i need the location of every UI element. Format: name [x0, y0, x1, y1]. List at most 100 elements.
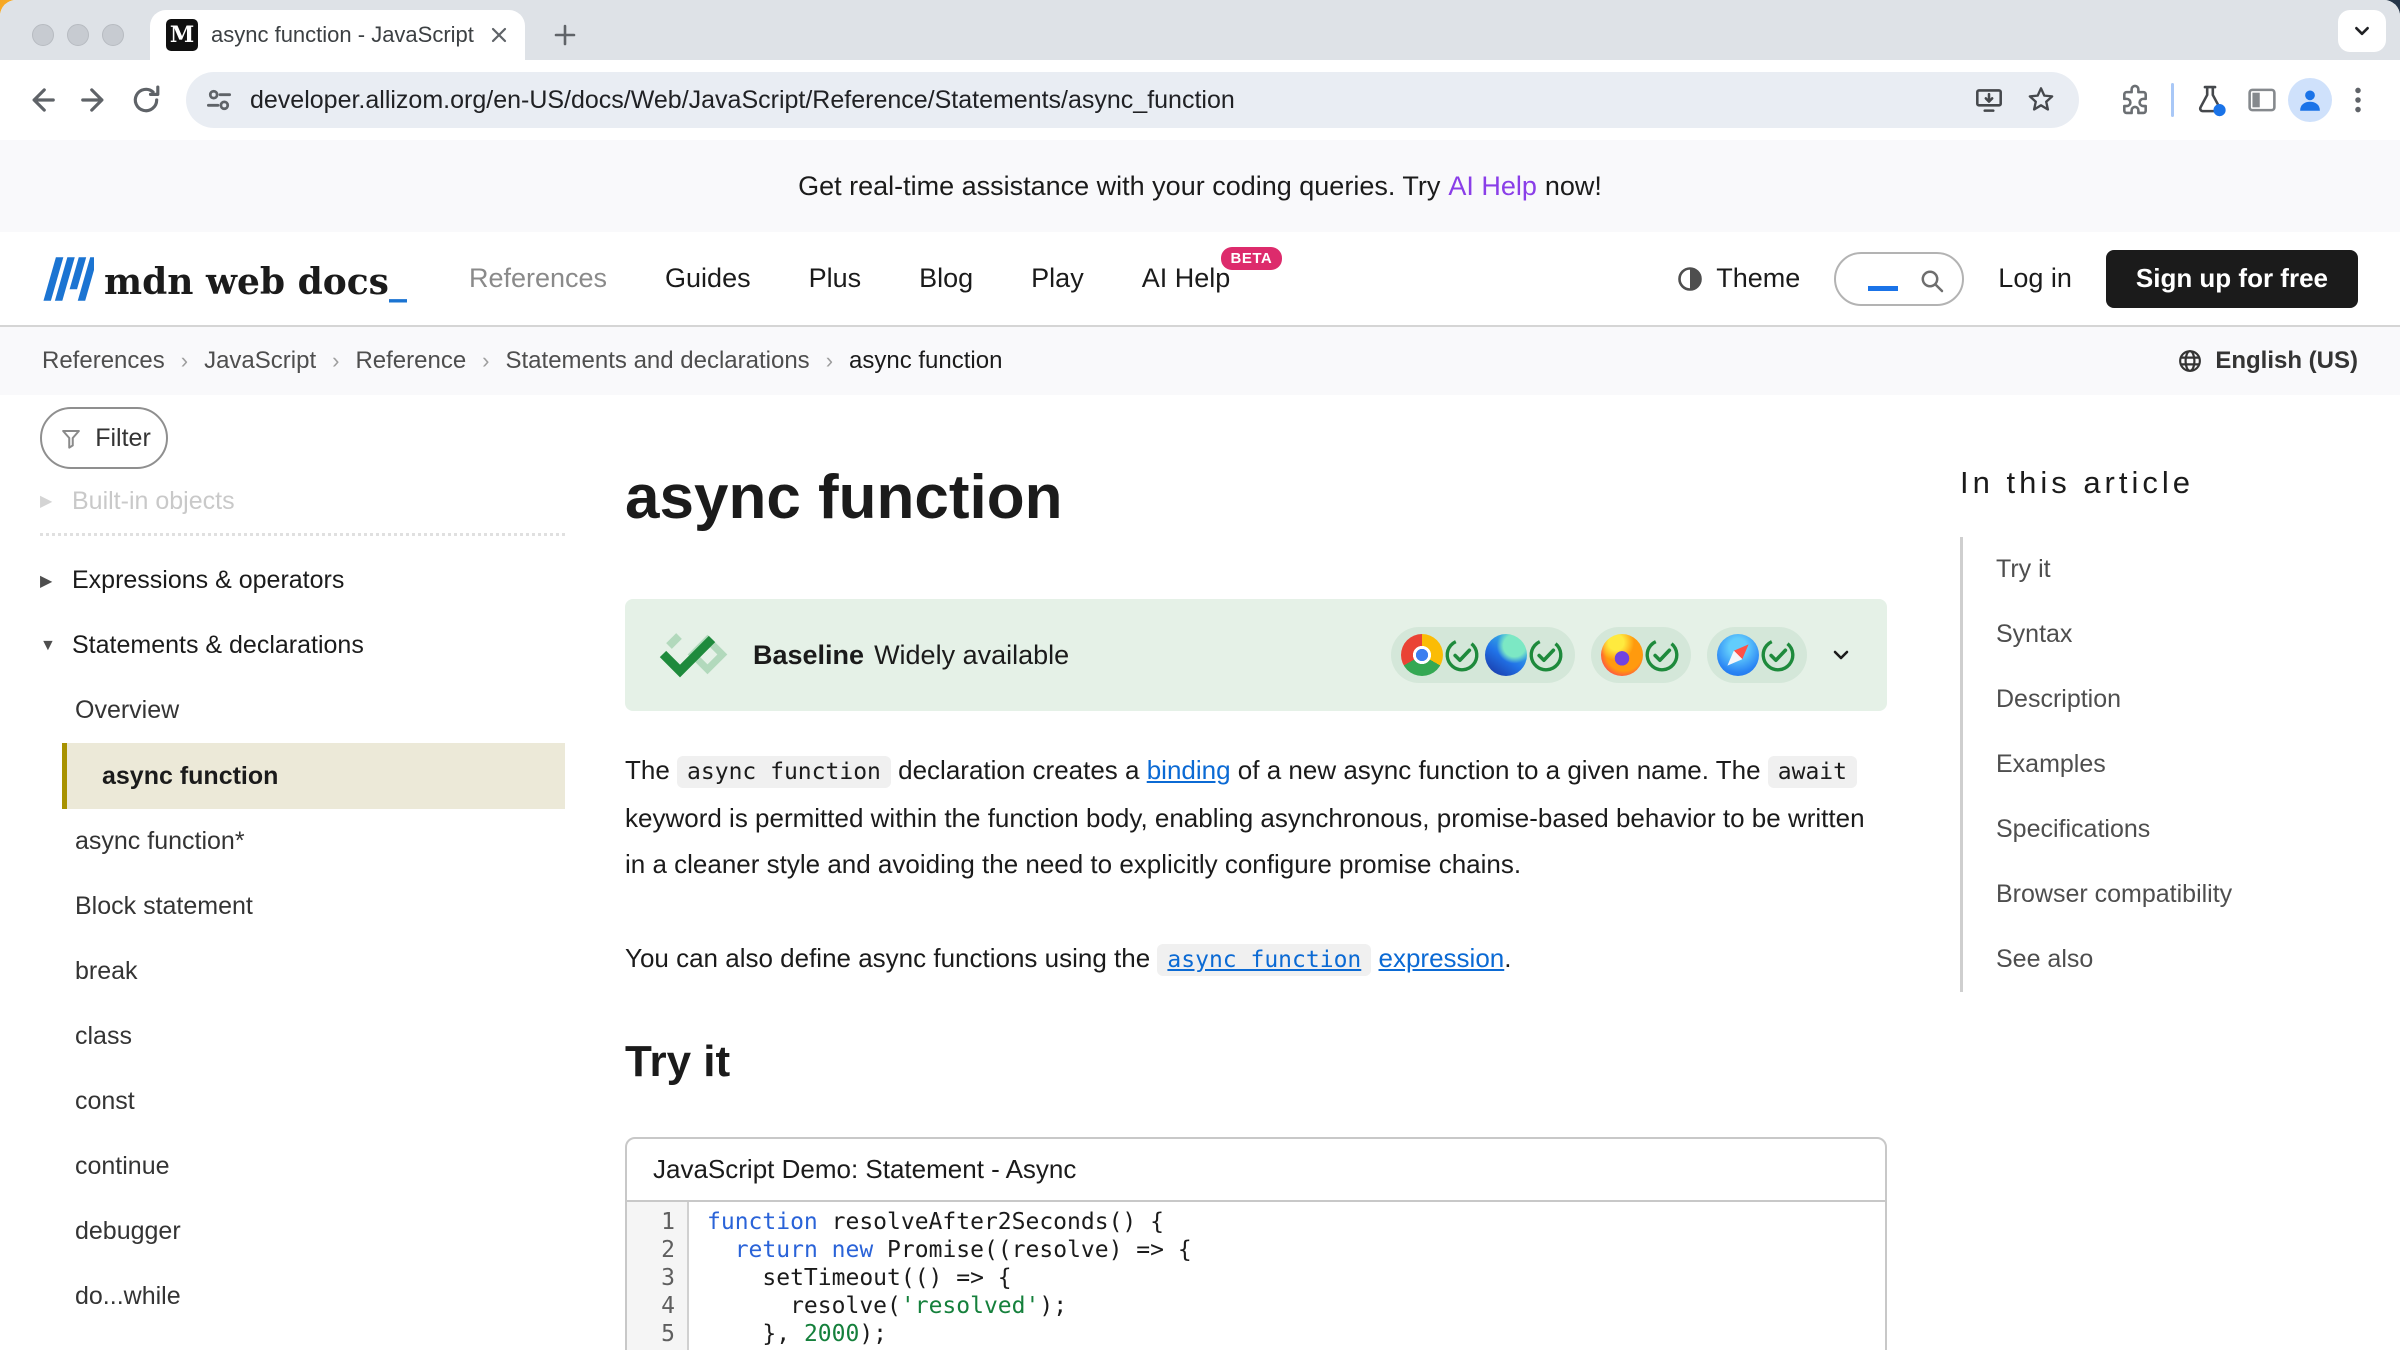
- code-line: function resolveAfter2Seconds() {: [707, 1208, 1192, 1236]
- sidebar-section-label: Built-in objects: [72, 487, 235, 516]
- breadcrumb-item[interactable]: JavaScript: [204, 347, 316, 375]
- browser-pill: [1591, 627, 1691, 683]
- toc-item-browser-compatibility[interactable]: Browser compatibility: [1996, 862, 2380, 927]
- tab-search-button[interactable]: [2338, 10, 2386, 52]
- nav-item-ai-help[interactable]: AI HelpBETA: [1142, 263, 1231, 294]
- baseline-status: Widely available: [874, 640, 1069, 671]
- sidebar-item-async-function-[interactable]: async function*: [62, 809, 565, 874]
- nav-item-guides[interactable]: Guides: [665, 263, 751, 294]
- tab-close-icon[interactable]: [487, 23, 511, 47]
- code-line: resolve('resolved');: [707, 1292, 1192, 1320]
- sidebar-item-const[interactable]: const: [62, 1069, 565, 1134]
- profile-avatar[interactable]: [2288, 78, 2332, 122]
- sidebar-section-statements-declarations[interactable]: ▼Statements & declarations: [40, 613, 565, 678]
- window-controls: [32, 24, 124, 46]
- sidebar-item-break[interactable]: break: [62, 939, 565, 1004]
- nav-item-plus[interactable]: Plus: [809, 263, 862, 294]
- url-text[interactable]: developer.allizom.org/en-US/docs/Web/Jav…: [250, 86, 1963, 115]
- mdn-favicon-icon: M: [166, 19, 198, 51]
- toc-item-see-also[interactable]: See also: [1996, 927, 2380, 992]
- sidebar-section-expressions-operators[interactable]: ▶Expressions & operators: [40, 548, 565, 613]
- sidebar-fade-divider: [40, 533, 565, 536]
- signup-button[interactable]: Sign up for free: [2106, 250, 2358, 308]
- install-icon[interactable]: [1963, 72, 2015, 128]
- ai-help-link[interactable]: AI Help: [1448, 171, 1537, 202]
- sidebar-item-continue[interactable]: continue: [62, 1134, 565, 1199]
- theme-label: Theme: [1716, 263, 1800, 294]
- toc-item-examples[interactable]: Examples: [1996, 732, 2380, 797]
- promo-text: Get real-time assistance with your codin…: [798, 171, 1440, 202]
- beta-badge: BETA: [1221, 247, 1283, 270]
- breadcrumb-item[interactable]: Reference: [355, 347, 466, 375]
- sidebar-item-do-while[interactable]: do...while: [62, 1264, 565, 1329]
- sidebar-filter-button[interactable]: Filter: [40, 407, 168, 469]
- search-input[interactable]: [1834, 252, 1964, 306]
- language-selector[interactable]: English (US): [2175, 346, 2358, 376]
- code-line: setTimeout(() => {: [707, 1264, 1192, 1292]
- browser-tab[interactable]: M async function - JavaScript |: [150, 10, 525, 60]
- breadcrumb-separator: ›: [332, 348, 339, 374]
- sidebar-item-async-function[interactable]: async function: [62, 743, 565, 809]
- toc-item-syntax[interactable]: Syntax: [1996, 602, 2380, 667]
- minimize-window-button[interactable]: [67, 24, 89, 46]
- page-title: async function: [625, 463, 1887, 533]
- search-icon[interactable]: [1916, 265, 1948, 297]
- code-content[interactable]: function resolveAfter2Seconds() { return…: [689, 1202, 1192, 1350]
- baseline-label: Baseline: [753, 640, 864, 671]
- edge-icon: [1485, 634, 1527, 676]
- toc-item-specifications[interactable]: Specifications: [1996, 797, 2380, 862]
- toc-item-description[interactable]: Description: [1996, 667, 2380, 732]
- chevron-collapsed-icon: ▶: [40, 491, 60, 511]
- close-window-button[interactable]: [32, 24, 54, 46]
- experiments-flask-icon[interactable]: [2184, 72, 2236, 128]
- baseline-expand-chevron-icon[interactable]: [1825, 639, 1857, 671]
- inline-code: async function: [677, 756, 891, 788]
- side-panel-icon[interactable]: [2236, 72, 2288, 128]
- line-number: 2: [627, 1236, 675, 1264]
- sidebar-item-class[interactable]: class: [62, 1004, 565, 1069]
- demo-code-editor[interactable]: 123456 function resolveAfter2Seconds() {…: [627, 1202, 1885, 1350]
- main-navigation: References Guides Plus Blog Play AI HelpBETA: [469, 263, 1230, 294]
- browser-pill: [1391, 627, 1575, 683]
- breadcrumb-item[interactable]: async function: [849, 347, 1002, 375]
- mdn-logo-text: mdn web docs: [104, 261, 389, 303]
- sidebar-section-built-in-objects[interactable]: ▶ Built-in objects: [40, 477, 565, 525]
- zoom-window-button[interactable]: [102, 24, 124, 46]
- baseline-banner[interactable]: Baseline Widely available: [625, 599, 1887, 711]
- sidebar-item-empty-statement[interactable]: Empty statement: [62, 1329, 565, 1350]
- support-check-icon: [1759, 636, 1797, 674]
- back-button[interactable]: [16, 72, 68, 128]
- reload-button[interactable]: [120, 72, 172, 128]
- sidebar-item-block-statement[interactable]: Block statement: [62, 874, 565, 939]
- article-code-link[interactable]: async function: [1157, 943, 1371, 973]
- sidebar-item-overview[interactable]: Overview: [62, 678, 565, 743]
- article-link[interactable]: binding: [1147, 755, 1231, 785]
- document-sidebar: Filter ▶ Built-in objects ▶Expressions & o…: [40, 395, 565, 1350]
- code-token: resolve(: [707, 1293, 901, 1319]
- line-number: 1: [627, 1208, 675, 1236]
- site-settings-icon[interactable]: [202, 83, 236, 117]
- nav-item-blog[interactable]: Blog: [919, 263, 973, 294]
- nav-item-play[interactable]: Play: [1031, 263, 1084, 294]
- address-bar[interactable]: developer.allizom.org/en-US/docs/Web/Jav…: [186, 72, 2079, 128]
- forward-button[interactable]: [68, 72, 120, 128]
- theme-button[interactable]: Theme: [1674, 263, 1800, 295]
- interactive-demo: JavaScript Demo: Statement - Async 12345…: [625, 1137, 1887, 1350]
- table-of-contents: In this article Try itSyntaxDescriptionE…: [1960, 395, 2380, 992]
- nav-item-references[interactable]: References: [469, 263, 607, 294]
- new-tab-button[interactable]: [548, 18, 582, 52]
- toc-item-try-it[interactable]: Try it: [1996, 537, 2380, 602]
- login-button[interactable]: Log in: [1998, 263, 2072, 294]
- safari-icon: [1717, 634, 1759, 676]
- bookmark-star-icon[interactable]: [2015, 72, 2067, 128]
- try-it-heading: Try it: [625, 1035, 1887, 1089]
- article-link[interactable]: expression: [1379, 943, 1505, 973]
- breadcrumb-item[interactable]: Statements and declarations: [506, 347, 810, 375]
- browser-menu-icon[interactable]: [2332, 72, 2384, 128]
- breadcrumb-item[interactable]: References: [42, 347, 165, 375]
- extensions-puzzle-icon[interactable]: [2109, 72, 2161, 128]
- browser-pill: [1707, 627, 1807, 683]
- mdn-logo[interactable]: mdn web docs_: [42, 255, 407, 303]
- article-main: async function Baseline Widely available…: [625, 395, 1887, 1350]
- sidebar-item-debugger[interactable]: debugger: [62, 1199, 565, 1264]
